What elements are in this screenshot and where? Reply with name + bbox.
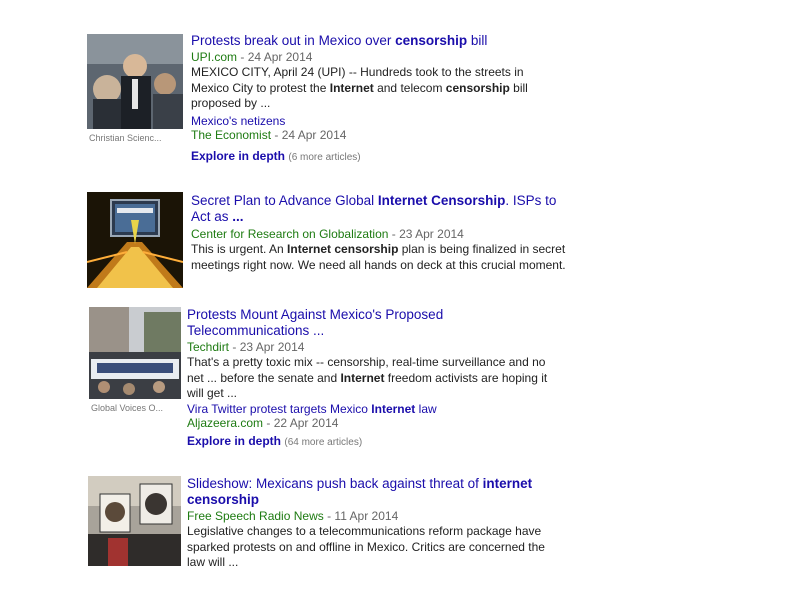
result-4-source: Free Speech Radio News - 11 Apr 2014 (187, 509, 398, 523)
result-1-related-site: The Economist (191, 128, 272, 142)
result-1-related-source: The Economist - 24 Apr 2014 (191, 128, 346, 142)
result-1-explore: Explore in depth (6 more articles) (191, 149, 361, 163)
result-4-date: - 11 Apr 2014 (327, 509, 399, 523)
result-2-source: Center for Research on Globalization - 2… (191, 227, 464, 241)
result-1-title-highlight: censorship (395, 33, 468, 48)
result-3-related-link[interactable]: Vira Twitter protest targets Mexico Inte… (187, 402, 437, 416)
result-1-related-link[interactable]: Mexico's netizens (191, 114, 285, 128)
result-4-snippet: Legislative changes to a telecommunicati… (187, 524, 549, 568)
result-4-title-text: Slideshow: Mexicans push back against th… (187, 476, 483, 491)
result-4-site: Free Speech Radio News (187, 509, 324, 523)
result-2-snippet: This is urgent. An Internet censorship p… (191, 242, 576, 273)
result-1-title-text: Protests break out in Mexico over (191, 33, 396, 48)
result-2-thumbnail[interactable] (87, 192, 183, 288)
result-2-site: Center for Research on Globalization (191, 227, 389, 241)
result-2-title-text: Secret Plan to Advance Global (191, 193, 378, 208)
related-highlight: Internet (371, 402, 416, 416)
result-1-site: UPI.com (191, 50, 238, 64)
result-2-title-end: ... (232, 209, 244, 224)
result-3-related-site: Aljazeera.com (187, 416, 264, 430)
result-3-title-text: Protests Mount Against Mexico's Proposed… (187, 307, 444, 338)
result-4-thumbnail[interactable] (88, 476, 181, 566)
result-1-source: UPI.com - 24 Apr 2014 (191, 50, 312, 64)
result-3-image-credit: Global Voices O... (91, 403, 164, 413)
explore-count: (64 more articles) (284, 437, 363, 448)
result-3-title-link[interactable]: Protests Mount Against Mexico's Proposed… (187, 307, 477, 339)
explore-in-depth-link[interactable]: Explore in depth (191, 149, 285, 163)
result-3-date: - 23 Apr 2014 (232, 340, 305, 354)
result-1-thumbnail[interactable] (87, 34, 183, 129)
snippet-highlight: censorship (445, 80, 510, 95)
result-1-date: - 24 Apr 2014 (240, 50, 313, 64)
snippet-highlight: Internet censorship (287, 242, 399, 256)
result-3-explore: Explore in depth (64 more articles) (187, 434, 362, 448)
result-1-snippet: MEXICO CITY, April 24 (UPI) -- Hundreds … (191, 65, 551, 112)
result-2-date: - 23 Apr 2014 (391, 227, 464, 241)
result-1-title-link[interactable]: Protests break out in Mexico over censor… (191, 33, 487, 49)
result-4-title-link[interactable]: Slideshow: Mexicans push back against th… (187, 476, 557, 508)
result-1-image-credit: Christian Scienc... (89, 133, 162, 143)
related-text-end: law (415, 402, 437, 416)
explore-in-depth-link[interactable]: Explore in depth (187, 434, 281, 448)
result-3-thumbnail[interactable] (89, 307, 181, 399)
snippet-text: This is urgent. An (191, 242, 288, 256)
snippet-text: Legislative changes to a telecommunicati… (187, 524, 545, 568)
explore-count: (6 more articles) (288, 152, 361, 163)
result-1-title-end: bill (467, 33, 488, 48)
result-1-related-date: - 24 Apr 2014 (274, 128, 347, 142)
result-2-title-link[interactable]: Secret Plan to Advance Global Internet C… (191, 193, 576, 225)
result-3-site: Techdirt (187, 340, 230, 354)
result-3-source: Techdirt - 23 Apr 2014 (187, 340, 304, 354)
snippet-highlight: Internet (329, 80, 374, 95)
related-text: Vira Twitter protest targets Mexico (187, 402, 372, 416)
result-3-snippet: That's a pretty toxic mix -- censorship,… (187, 355, 555, 402)
result-3-related-date: - 22 Apr 2014 (266, 416, 339, 430)
snippet-text: and telecom (373, 80, 446, 95)
result-3-related-source: Aljazeera.com - 22 Apr 2014 (187, 416, 338, 430)
snippet-highlight: Internet (340, 370, 385, 385)
result-2-title-highlight: Internet Censorship (377, 193, 506, 208)
